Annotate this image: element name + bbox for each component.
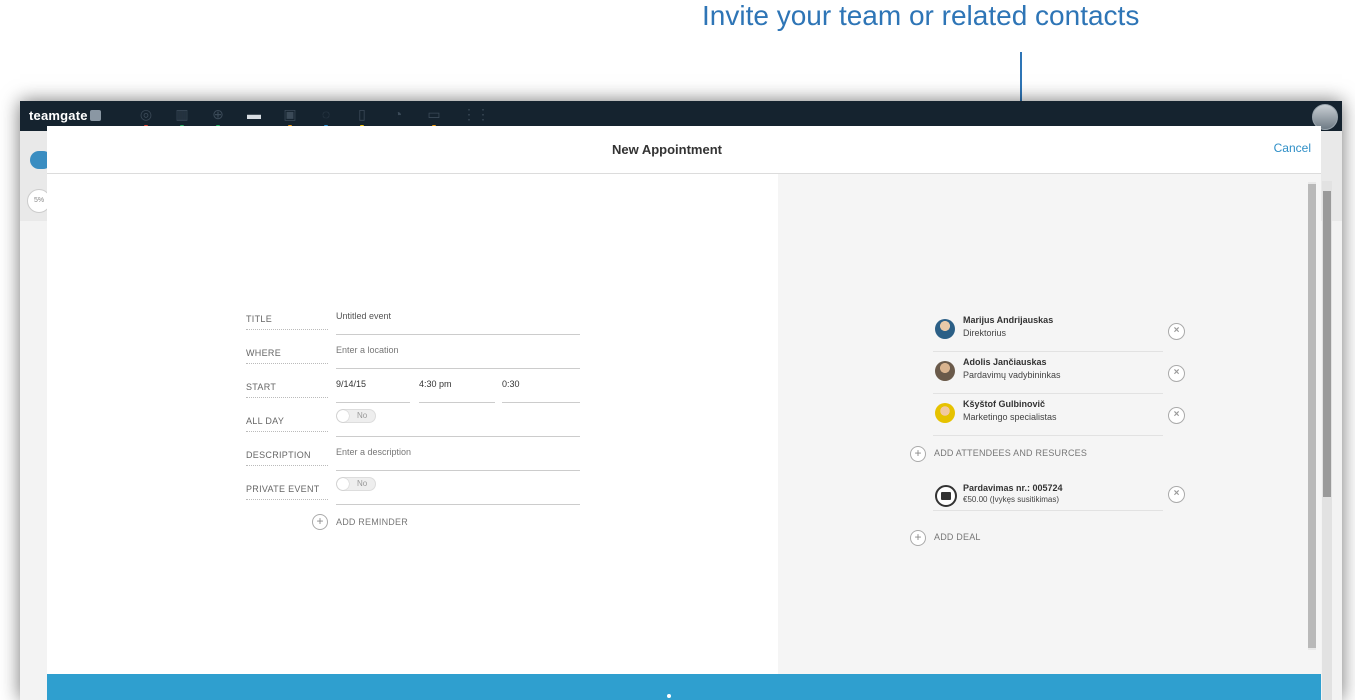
app-scrollbar[interactable] <box>1322 181 1332 700</box>
remove-attendee-icon[interactable]: × <box>1168 407 1185 424</box>
attendee-avatar <box>935 319 955 339</box>
all-day-value: No <box>357 411 368 420</box>
private-event-value: No <box>357 479 368 488</box>
cancel-button[interactable]: Cancel <box>1274 141 1311 155</box>
new-appointment-modal: New Appointment Cancel TITLE Untitled ev… <box>47 126 1321 700</box>
add-reminder-button[interactable]: ADD REMINDER <box>336 517 408 527</box>
grid-icon[interactable]: ⋮⋮ <box>462 105 490 123</box>
deal-name: Pardavimas nr.: 005724 <box>963 483 1063 493</box>
plus-icon[interactable]: + <box>312 514 328 530</box>
title-label: TITLE <box>246 314 328 330</box>
duration-input[interactable]: 0:30 <box>502 372 580 403</box>
pane-scrollbar[interactable] <box>1308 182 1316 650</box>
where-row: WHERE Enter a location <box>246 338 580 372</box>
globe-icon[interactable]: ⊕ <box>210 105 226 127</box>
all-day-field: No <box>336 406 580 437</box>
app-scrollbar-thumb[interactable] <box>1323 191 1331 497</box>
columns-icon[interactable]: ▥ <box>174 105 190 127</box>
start-date-input[interactable]: 9/14/15 <box>336 372 410 403</box>
chat-icon[interactable]: ◌ <box>318 105 334 127</box>
add-reminder-row[interactable]: + ADD REMINDER <box>246 508 580 536</box>
start-row: START 9/14/15 4:30 pm 0:30 <box>246 372 580 406</box>
title-row: TITLE Untitled event <box>246 304 580 338</box>
deal-detail: €50.00 (Įvykęs susitikimas) <box>963 495 1060 504</box>
title-input[interactable]: Untitled event <box>336 304 580 335</box>
private-event-field: No <box>336 474 580 505</box>
remove-attendee-icon[interactable]: × <box>1168 365 1185 382</box>
start-label: START <box>246 382 328 398</box>
attendees-list: Marijus Andrijauskas Direktorius × Adoli… <box>933 310 1208 436</box>
logo-text: teamgate <box>29 108 88 123</box>
remove-attendee-icon[interactable]: × <box>1168 323 1185 340</box>
attendee-item: Adolis Jančiauskas Pardavimų vadybininka… <box>933 352 1185 394</box>
appointment-form: TITLE Untitled event WHERE Enter a locat… <box>246 304 580 536</box>
attendee-role: Marketingo specialistas <box>963 412 1057 422</box>
remove-deal-icon[interactable]: × <box>1168 486 1185 503</box>
start-time-input[interactable]: 4:30 pm <box>419 372 495 403</box>
attendee-role: Direktorius <box>963 328 1007 338</box>
logo-badge-icon <box>89 110 101 121</box>
private-event-label: PRIVATE EVENT <box>246 484 328 500</box>
description-input[interactable]: Enter a description <box>336 440 580 471</box>
attendee-item: Kšyštof Gulbinovič Marketingo specialist… <box>933 394 1185 436</box>
modal-footer-bar[interactable] <box>47 674 1321 700</box>
appointment-form-pane: TITLE Untitled event WHERE Enter a locat… <box>47 174 787 674</box>
footer-indicator <box>667 694 671 698</box>
attendee-avatar <box>935 361 955 381</box>
clipboard-icon[interactable]: ▯ <box>354 105 370 127</box>
where-input[interactable]: Enter a location <box>336 338 580 369</box>
description-row: DESCRIPTION Enter a description <box>246 440 580 474</box>
all-day-toggle[interactable]: No <box>336 409 376 423</box>
private-event-toggle[interactable]: No <box>336 477 376 491</box>
briefcase-icon[interactable]: ▬ <box>246 105 262 123</box>
private-event-row: PRIVATE EVENT No <box>246 474 580 508</box>
toggle-knob <box>337 478 349 490</box>
attendee-name: Marijus Andrijauskas <box>963 315 1054 325</box>
attendee-name: Kšyštof Gulbinovič <box>963 399 1046 409</box>
description-label: DESCRIPTION <box>246 450 328 466</box>
add-deal-button[interactable]: ADD DEAL <box>934 532 981 542</box>
target-icon[interactable]: ◎ <box>138 105 154 127</box>
plus-icon[interactable]: + <box>910 446 926 462</box>
toggle-knob <box>337 410 349 422</box>
callout-text: Invite your team or related contacts <box>702 0 1140 31</box>
all-day-row: ALL DAY No <box>246 406 580 440</box>
attendee-role: Pardavimų vadybininkas <box>963 370 1061 380</box>
add-attendees-button[interactable]: ADD ATTENDEES AND RESURCES <box>934 448 1087 458</box>
attendees-pane: Marijus Andrijauskas Direktorius × Adoli… <box>778 174 1321 674</box>
all-day-label: ALL DAY <box>246 416 328 432</box>
modal-title: New Appointment <box>611 142 722 157</box>
modal-header: New Appointment Cancel <box>47 126 1321 174</box>
calendar-icon[interactable]: ▣ <box>282 105 298 127</box>
pane-scrollbar-thumb[interactable] <box>1308 184 1316 648</box>
briefcase-icon <box>935 485 957 507</box>
pie-chart-icon[interactable]: ◔ <box>390 105 406 123</box>
attendee-avatar <box>935 403 955 423</box>
where-label: WHERE <box>246 348 328 364</box>
plus-icon[interactable]: + <box>910 530 926 546</box>
attendee-name: Adolis Jančiauskas <box>963 357 1047 367</box>
logo[interactable]: teamgate <box>29 108 101 123</box>
deal-item: Pardavimas nr.: 005724 €50.00 (Įvykęs su… <box>933 476 1185 511</box>
attendee-item: Marijus Andrijauskas Direktorius × <box>933 310 1185 352</box>
card-icon[interactable]: ▭ <box>426 105 442 127</box>
